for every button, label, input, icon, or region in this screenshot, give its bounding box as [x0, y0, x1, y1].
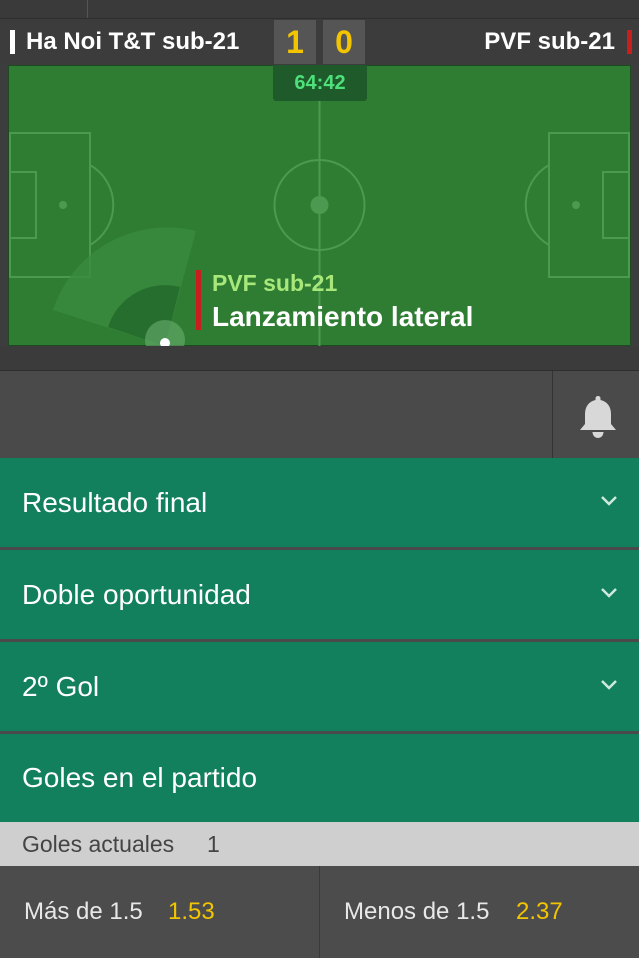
away-score: 0 [323, 20, 365, 64]
chevron-down-icon [601, 680, 617, 690]
market-goles-en-el-partido[interactable]: Goles en el partido [0, 734, 639, 822]
event-team-marker [196, 270, 201, 330]
current-goals-label: Goles actuales [22, 831, 175, 857]
current-goals-value: 1 [207, 831, 220, 857]
top-strip [0, 0, 639, 19]
away-team-name: PVF sub-21 [484, 28, 615, 55]
odds-button-under[interactable]: Menos de 1.5 2.37 [320, 866, 639, 958]
home-team-color-marker [10, 30, 15, 54]
pitch-footer [0, 346, 639, 370]
market-label: Doble oportunidad [22, 579, 251, 610]
event-description: Lanzamiento lateral [212, 301, 474, 332]
bell-icon[interactable] [574, 392, 622, 440]
odds-button-over[interactable]: Más de 1.5 1.53 [0, 866, 319, 958]
top-strip-divider [87, 0, 88, 18]
event-team: PVF sub-21 [212, 270, 338, 296]
current-goals-header: Goles actuales 1 [0, 822, 639, 866]
chevron-down-icon [601, 496, 617, 506]
market-label: Resultado final [22, 487, 208, 518]
chevron-down-icon [601, 588, 617, 598]
odds-price: 1.53 [168, 898, 215, 925]
home-team-name: Ha Noi T&T sub-21 [26, 28, 240, 55]
market-doble-oportunidad[interactable]: Doble oportunidad [0, 550, 639, 639]
action-bar [0, 370, 639, 459]
away-team-color-marker [627, 30, 632, 54]
odds-price: 2.37 [516, 898, 563, 925]
market-label: Goles en el partido [22, 762, 258, 793]
odds-selection-name: Menos de 1.5 [344, 898, 490, 925]
home-score: 1 [274, 20, 316, 64]
match-timer: 64:42 [273, 65, 367, 101]
market-resultado-final[interactable]: Resultado final [0, 458, 639, 547]
action-bar-divider [552, 371, 553, 459]
odds-selection-name: Más de 1.5 [24, 898, 143, 925]
market-segundo-gol[interactable]: 2º Gol [0, 642, 639, 731]
market-label: 2º Gol [22, 671, 100, 702]
